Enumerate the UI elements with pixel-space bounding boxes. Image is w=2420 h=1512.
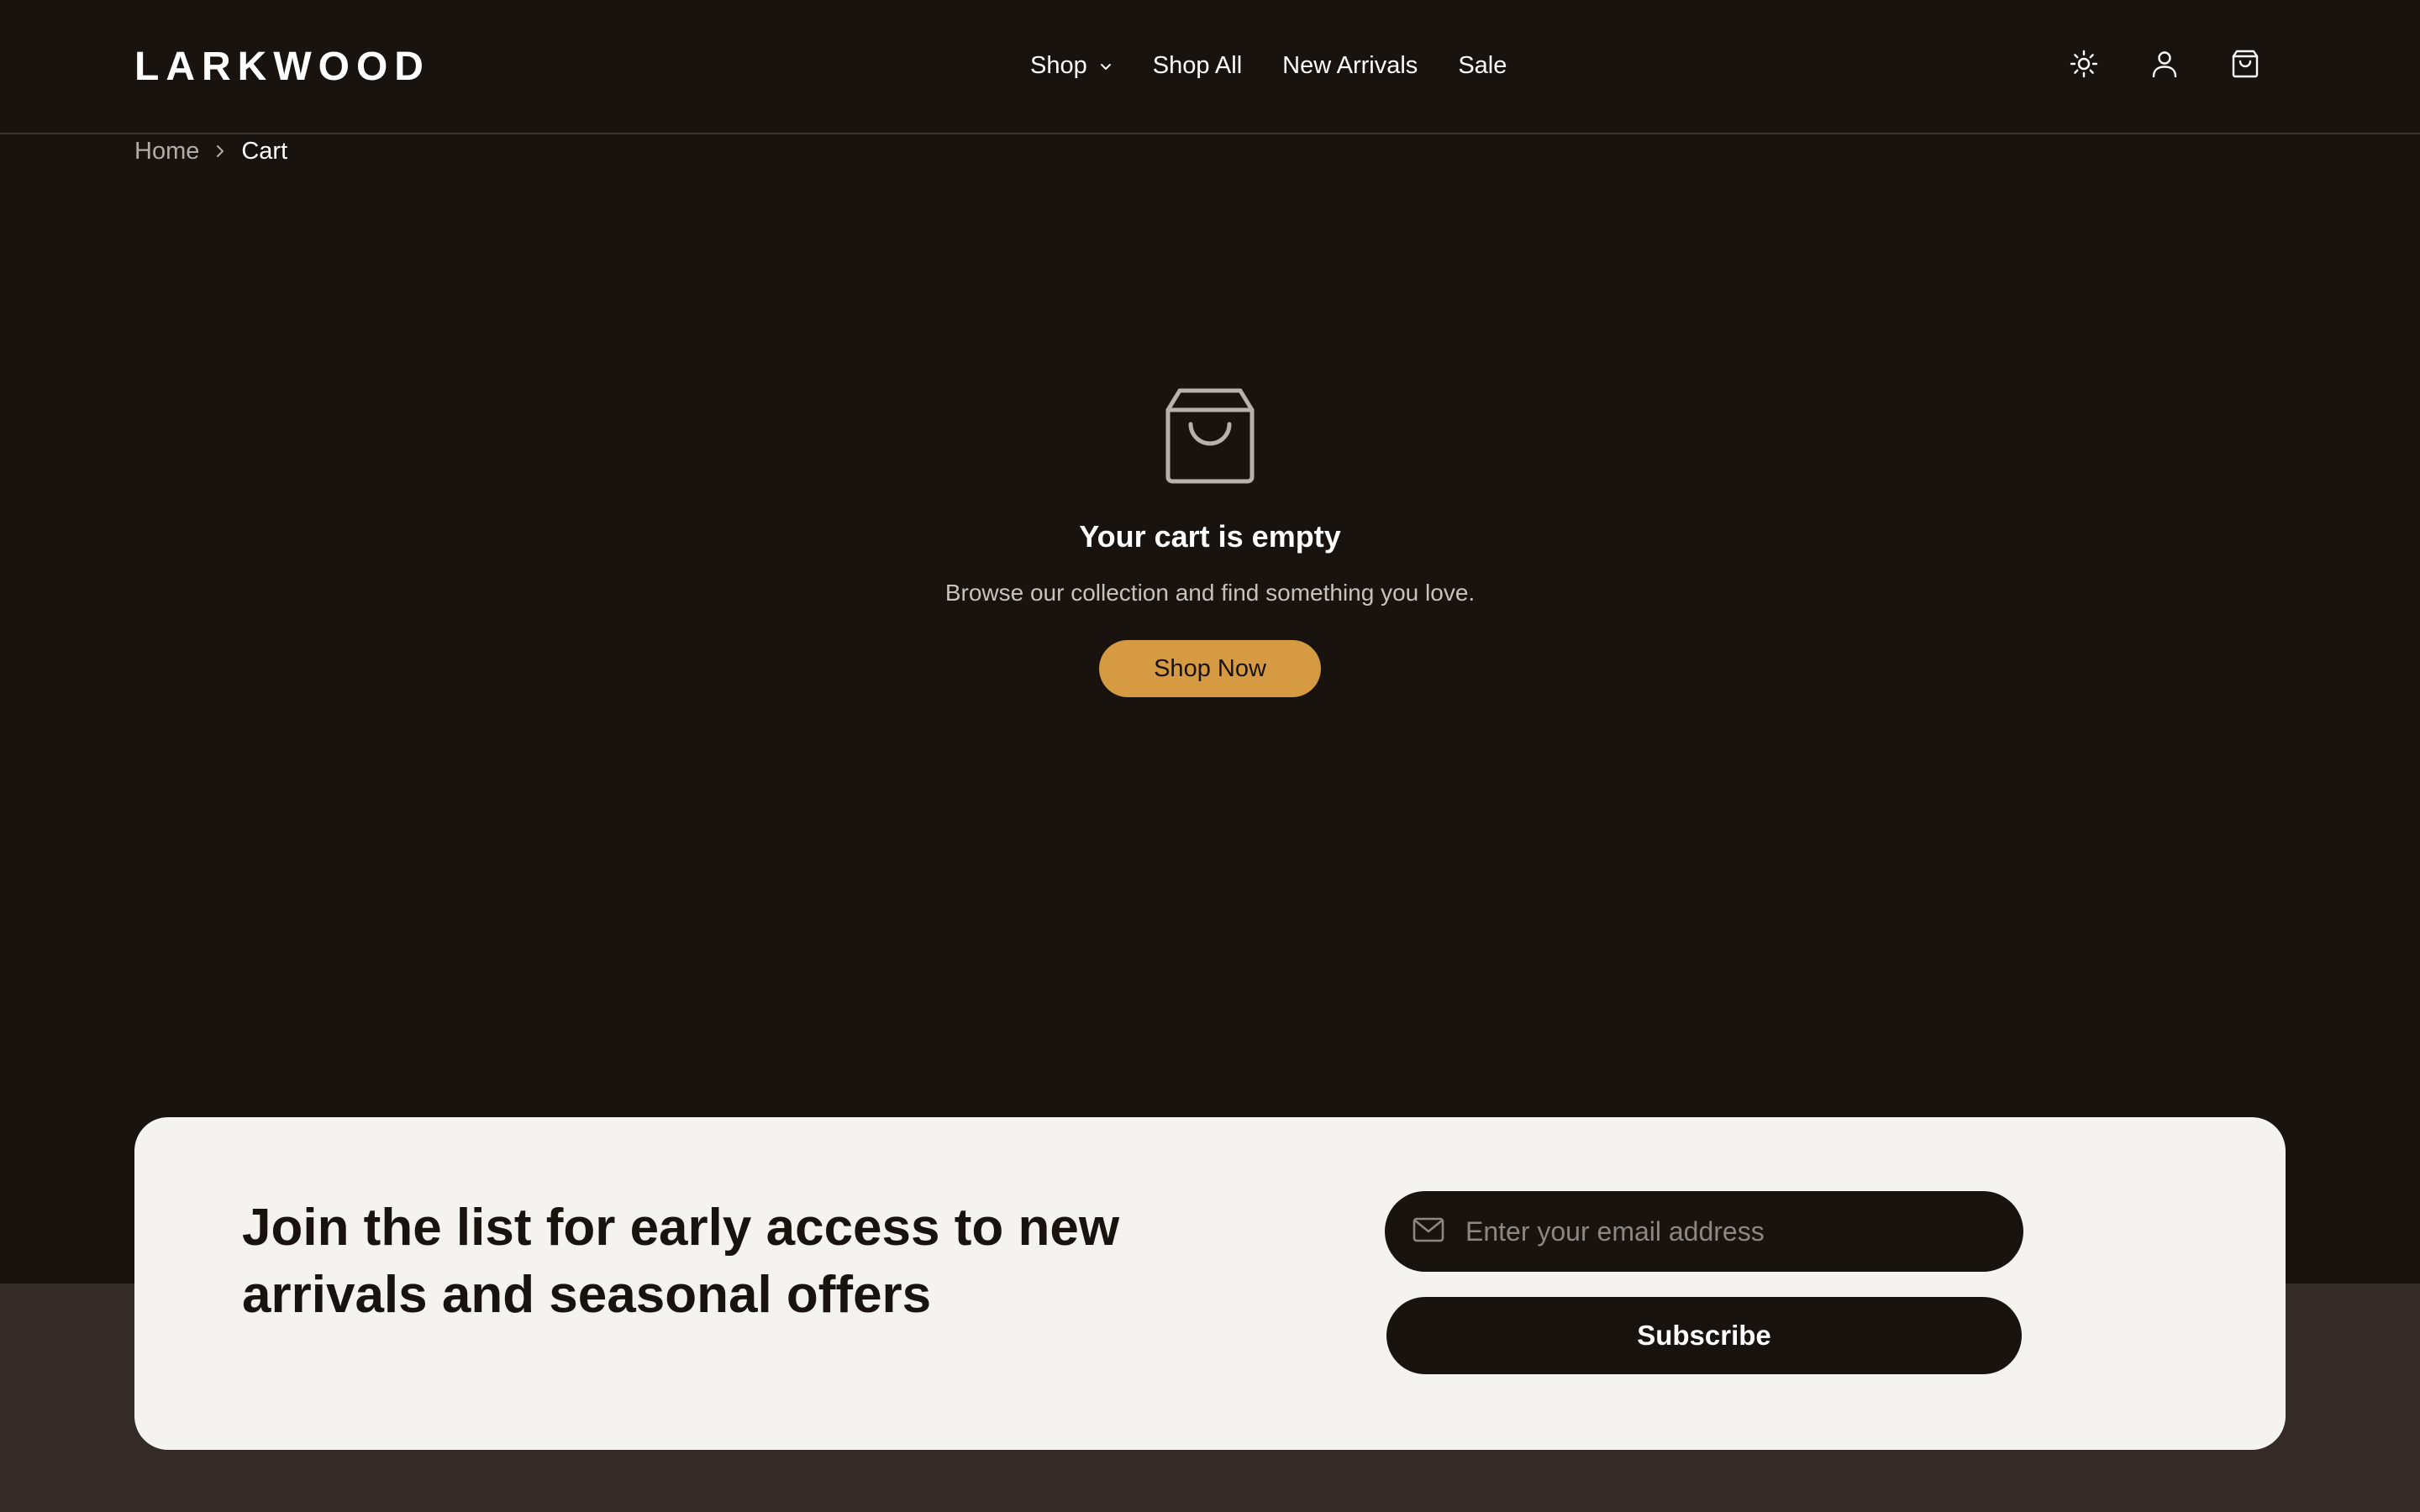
empty-cart-title: Your cart is empty — [1079, 519, 1341, 554]
shop-now-button[interactable]: Shop Now — [1099, 640, 1321, 697]
email-field[interactable] — [1385, 1191, 2023, 1272]
breadcrumb-current: Cart — [241, 138, 288, 165]
mail-icon — [1412, 1216, 1445, 1247]
nav-sale[interactable]: Sale — [1458, 52, 1507, 80]
main-nav: Shop Shop All New Arrivals Sale — [1030, 52, 1507, 80]
cart-icon[interactable] — [2228, 47, 2262, 81]
nav-new-arrivals[interactable]: New Arrivals — [1282, 52, 1418, 80]
logo[interactable]: LARKWOOD — [134, 44, 430, 90]
sun-icon[interactable] — [2067, 47, 2101, 81]
nav-shop-dropdown[interactable]: Shop — [1030, 52, 1113, 80]
nav-shop-all[interactable]: Shop All — [1153, 52, 1242, 80]
nav-shop-label: Shop — [1030, 52, 1087, 79]
chevron-right-icon — [213, 138, 228, 165]
newsletter-title: Join the list for early access to new ar… — [242, 1199, 1120, 1324]
newsletter-card: Join the list for early access to new ar… — [134, 1117, 2286, 1450]
shopping-bag-icon — [1165, 388, 1255, 484]
site-header: LARKWOOD Shop Shop All New Arrivals Sale — [0, 0, 2420, 134]
breadcrumb: Home Cart — [134, 138, 287, 165]
empty-cart-subtitle: Browse our collection and find something… — [944, 580, 1476, 606]
subscribe-button[interactable]: Subscribe — [1386, 1297, 2022, 1374]
chevron-down-icon — [1099, 60, 1113, 73]
user-icon[interactable] — [2148, 47, 2181, 81]
email-input[interactable] — [1464, 1215, 1971, 1248]
breadcrumb-home[interactable]: Home — [134, 138, 199, 165]
header-actions — [2067, 47, 2262, 81]
empty-cart-state: Your cart is empty Browse our collection… — [0, 386, 2420, 697]
